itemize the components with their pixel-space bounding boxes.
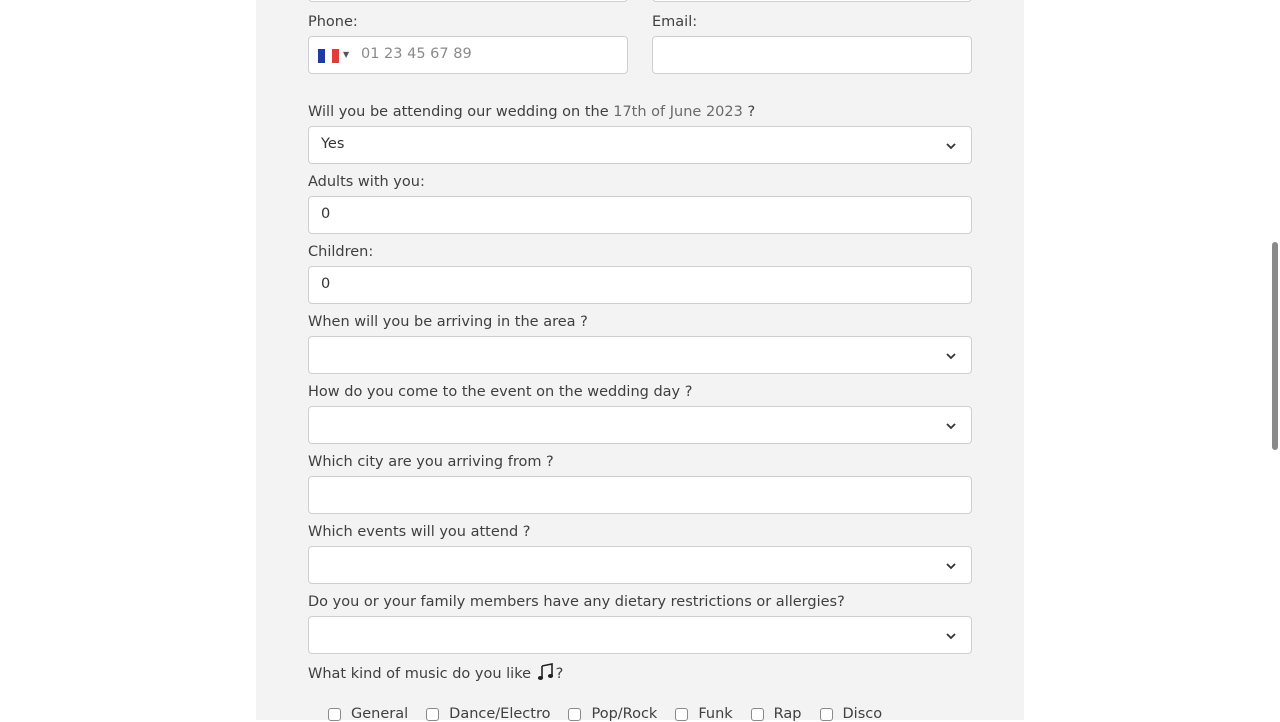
checkbox[interactable] [675,707,689,721]
email-label: Email: [652,14,698,30]
adults-value: 0 [321,206,331,222]
city-input[interactable] [308,476,972,514]
phone-placeholder: 01 23 45 67 89 [361,46,472,62]
attending-label-text: Will you be attending our wedding on the [308,104,609,120]
transport-label: How do you come to the event on the wedd… [308,384,693,400]
fr-flag-icon[interactable] [318,49,339,63]
music-label-suffix: ? [555,666,564,682]
events-select[interactable] [308,546,972,584]
music-label-text: What kind of music do you like [308,666,531,682]
music-label: What kind of music do you like ? [308,663,563,682]
chevron-down-icon [946,353,956,360]
transport-select[interactable] [308,406,972,444]
chevron-down-icon [946,423,956,430]
checkbox[interactable] [568,707,582,721]
city-label: Which city are you arriving from ? [308,454,554,470]
email-field[interactable] [652,36,972,74]
phone-label: Phone: [308,14,358,30]
chevron-down-icon [946,143,956,150]
checkbox[interactable] [750,707,764,721]
attending-label-suffix: ? [747,104,756,120]
chevron-down-icon [946,563,956,570]
events-label: Which events will you attend ? [308,524,531,540]
children-value: 0 [321,276,331,292]
scrollbar-thumb[interactable] [1272,242,1278,450]
arrival-label: When will you be arriving in the area ? [308,314,588,330]
checkbox[interactable] [819,707,833,721]
attending-select[interactable]: Yes [308,126,972,164]
attending-label: Will you be attending our wedding on the… [308,104,755,120]
previous-field-right[interactable] [652,0,972,2]
phone-input[interactable]: ▼ 01 23 45 67 89 [308,36,628,74]
adults-label: Adults with you: [308,174,425,190]
music-note-icon [537,663,553,680]
dietary-select[interactable] [308,616,972,654]
checkbox[interactable] [328,707,341,721]
country-caret-icon[interactable]: ▼ [343,50,349,59]
arrival-select[interactable] [308,336,972,374]
children-input[interactable]: 0 [308,266,972,304]
checkbox[interactable] [426,707,440,721]
attending-value: Yes [321,136,345,152]
adults-input[interactable]: 0 [308,196,972,234]
chevron-down-icon [946,633,956,640]
children-label: Children: [308,244,374,260]
wedding-date: 17th of June 2023 [613,104,743,120]
page-scrollbar[interactable] [1268,0,1280,720]
dietary-label: Do you or your family members have any d… [308,594,845,610]
previous-field-left[interactable] [308,0,628,2]
rsvp-form: Phone: ▼ 01 23 45 67 89 Email: Will you … [256,0,1024,722]
